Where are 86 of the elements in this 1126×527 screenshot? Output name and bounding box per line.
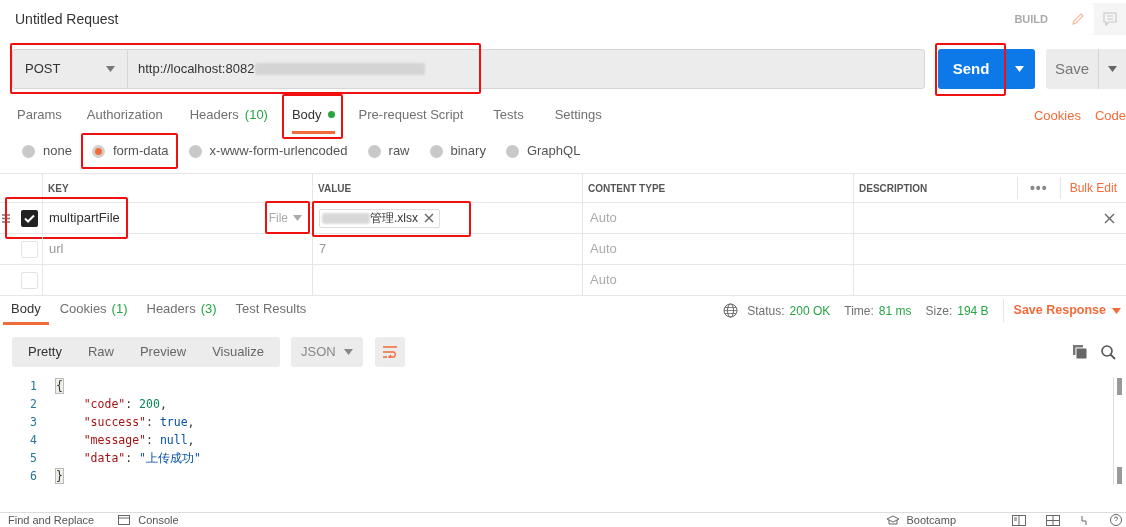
help-icon[interactable] xyxy=(1110,514,1122,526)
send-options-button[interactable] xyxy=(1004,49,1035,89)
meta-value: 81 ms xyxy=(878,302,912,320)
meta-label: Size: xyxy=(925,302,953,320)
link[interactable]: Cookies xyxy=(1033,98,1081,134)
tab-count: (3) xyxy=(200,300,217,319)
column-header: KEY xyxy=(48,181,69,196)
layout-icon[interactable] xyxy=(1046,514,1060,526)
radio-option[interactable]: none xyxy=(22,141,72,161)
close-icon[interactable] xyxy=(424,213,434,223)
key-text: multipartFile xyxy=(49,209,120,228)
tab[interactable]: Params xyxy=(17,98,62,134)
tab[interactable]: Headers (10) xyxy=(189,98,268,134)
meta-label: Status: xyxy=(747,302,785,320)
value-text: 7 xyxy=(319,240,327,259)
meta-value: 200 OK xyxy=(789,302,831,320)
checkbox[interactable] xyxy=(21,271,38,289)
caret-icon xyxy=(344,349,353,355)
radio-option[interactable]: form-data xyxy=(91,141,169,161)
meta-label: Time: xyxy=(844,302,874,320)
console-icon xyxy=(118,515,131,525)
view-mode-tab[interactable]: Raw xyxy=(77,337,124,367)
save-button[interactable]: Save xyxy=(1046,49,1099,89)
send-button[interactable]: Send xyxy=(938,49,1004,89)
tab[interactable]: Pre-request Script xyxy=(358,98,464,134)
copy-icon[interactable] xyxy=(1073,345,1087,359)
format-dropdown[interactable]: JSON xyxy=(291,337,363,367)
link[interactable]: Code xyxy=(1094,98,1126,134)
save-options-button[interactable] xyxy=(1099,49,1126,89)
column-header: VALUE xyxy=(318,181,352,196)
tab[interactable]: Tests xyxy=(493,98,524,134)
check-icon xyxy=(24,213,35,223)
tab[interactable]: Settings xyxy=(554,98,602,134)
column-header: DESCRIPTION xyxy=(859,181,928,196)
status-bar-item[interactable]: Find and Replace xyxy=(8,511,95,527)
radio-option[interactable]: GraphQL xyxy=(505,141,581,161)
search-icon[interactable] xyxy=(1101,344,1116,360)
file-chip[interactable]: 管理.xlsx xyxy=(319,208,440,228)
code-line: "success": true, xyxy=(82,414,195,431)
two-pane-icon[interactable] xyxy=(1012,514,1026,526)
tab[interactable]: Body xyxy=(3,296,49,325)
radio-option[interactable]: raw xyxy=(367,141,410,161)
graduation-cap-icon xyxy=(886,514,901,526)
request-title: Untitled Request xyxy=(15,9,120,29)
line-number: 1 xyxy=(29,378,38,395)
wrap-icon xyxy=(382,346,398,358)
comment-icon xyxy=(1103,12,1117,26)
tab-count: (1) xyxy=(111,300,128,319)
globe-icon xyxy=(723,303,739,318)
tab-count: (10) xyxy=(244,105,268,124)
line-number: 3 xyxy=(29,414,38,431)
caret-icon xyxy=(1112,307,1121,314)
caret-icon xyxy=(293,215,302,221)
checkbox[interactable] xyxy=(21,209,38,227)
drag-handle-icon[interactable] xyxy=(2,214,10,223)
mode-label: BUILD xyxy=(1014,11,1048,27)
line-number: 2 xyxy=(29,396,38,413)
code-line: "code": 200, xyxy=(82,396,167,413)
caret-icon xyxy=(1015,66,1024,72)
more-options-button[interactable]: ••• xyxy=(1016,177,1061,199)
view-mode-tab[interactable]: Pretty xyxy=(18,337,72,367)
line-number: 4 xyxy=(29,432,38,449)
tab[interactable]: Cookies (1) xyxy=(51,296,136,325)
line-number: 6 xyxy=(29,468,38,485)
caret-icon xyxy=(1108,66,1117,72)
line-number: 5 xyxy=(29,450,38,467)
radio-option[interactable]: binary xyxy=(429,141,486,161)
column-header: CONTENT TYPE xyxy=(588,181,666,196)
checkbox[interactable] xyxy=(21,240,38,258)
close-icon[interactable] xyxy=(1104,212,1115,224)
meta-value: 194 B xyxy=(957,302,989,320)
radio-option[interactable]: x-www-form-urlencoded xyxy=(188,141,348,161)
status-bar-item[interactable]: Console xyxy=(138,511,179,527)
tab[interactable]: Body xyxy=(291,98,335,134)
key-text: url xyxy=(49,240,64,259)
view-mode-tab[interactable]: Visualize xyxy=(202,337,274,367)
bulk-edit-link[interactable]: Bulk Edit xyxy=(1060,179,1126,197)
tab[interactable]: Headers (3) xyxy=(138,296,225,325)
code-line: "message": null, xyxy=(82,432,195,449)
pencil-icon xyxy=(1071,12,1085,26)
code-line: "data": "上传成功" xyxy=(82,450,201,467)
save-response-button[interactable]: Save Response xyxy=(1002,299,1126,322)
view-mode-tab[interactable]: Preview xyxy=(129,337,197,367)
status-bar-item[interactable]: Bootcamp xyxy=(906,511,956,527)
tab[interactable]: Authorization xyxy=(86,98,163,134)
tab[interactable]: Test Results xyxy=(227,296,315,325)
